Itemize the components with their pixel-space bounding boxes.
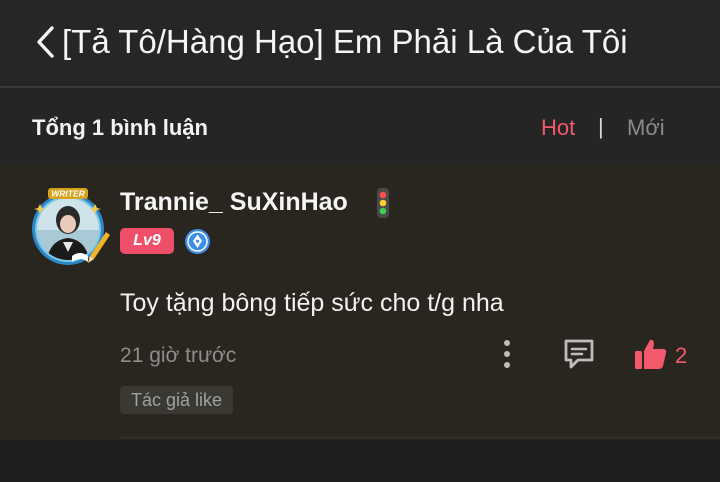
like-button[interactable] (634, 337, 668, 371)
comment-divider (120, 437, 720, 438)
page-title: [Tả Tô/Hàng Hạo] Em Phải Là Của Tôi (62, 23, 628, 60)
thumbs-up-icon (635, 339, 667, 369)
level-badge: Lv9 (120, 228, 174, 254)
writer-badge-text: WRITER (51, 189, 85, 199)
more-options-button[interactable] (496, 338, 518, 370)
reply-button[interactable] (562, 338, 596, 370)
author-liked-tag: Tác giả like (120, 386, 234, 414)
comment-count: Tổng 1 bình luận (32, 115, 208, 140)
pen-nib-icon (184, 228, 211, 255)
more-vertical-icon (504, 340, 510, 368)
back-button[interactable] (30, 24, 60, 60)
chevron-left-icon (37, 26, 54, 58)
traffic-light-icon (376, 188, 390, 218)
like-count: 2 (675, 343, 688, 368)
sort-hot-tab[interactable]: Hot (541, 115, 575, 141)
avatar[interactable]: WRITER (26, 186, 110, 266)
sort-separator: | (598, 114, 604, 139)
comment-text: Toy tặng bông tiếp sức cho t/g nha (120, 289, 504, 317)
comment-icon (564, 339, 594, 369)
username[interactable]: Trannie_ SuXinHao (120, 187, 348, 217)
comment-time: 21 giờ trước (120, 344, 237, 367)
sort-new-tab[interactable]: Mới (627, 115, 665, 141)
